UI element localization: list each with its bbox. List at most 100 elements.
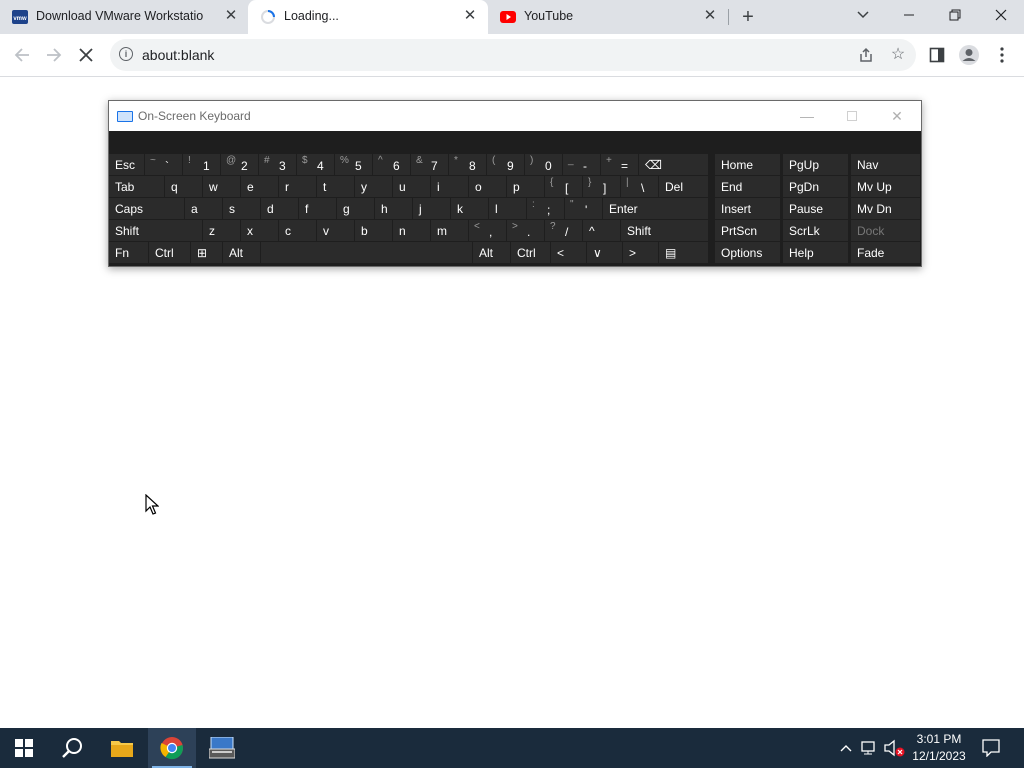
search-icon[interactable]	[48, 728, 96, 768]
key-symbol[interactable]: <,	[469, 220, 507, 242]
key-x[interactable]: x	[241, 220, 279, 242]
key-shift[interactable]: Shift	[109, 220, 203, 242]
back-button[interactable]	[9, 42, 35, 68]
minimize-button[interactable]	[886, 0, 932, 30]
key-p[interactable]: p	[507, 176, 545, 198]
key-symbol[interactable]: | \	[621, 176, 659, 198]
key-k[interactable]: k	[451, 198, 489, 220]
key-3[interactable]: #3	[259, 154, 297, 176]
key-8[interactable]: * 8	[449, 154, 487, 176]
arrow-right-key[interactable]: >	[623, 242, 659, 264]
context-menu-key[interactable]: ▤	[659, 242, 709, 264]
key-0[interactable]: ) 0	[525, 154, 563, 176]
key-mv-dn[interactable]: Mv Dn	[851, 198, 921, 220]
key-5[interactable]: % 5	[335, 154, 373, 176]
osk-maximize-button[interactable]	[834, 105, 870, 127]
forward-button[interactable]	[41, 42, 67, 68]
key-scrlk[interactable]: ScrLk	[783, 220, 849, 242]
key-alt[interactable]: Alt	[473, 242, 511, 264]
key-d[interactable]: d	[261, 198, 299, 220]
system-clock[interactable]: 3:01 PM 12/1/2023	[904, 731, 974, 765]
restore-button[interactable]	[932, 0, 978, 30]
key-pgup[interactable]: PgUp	[783, 154, 849, 176]
key-t[interactable]: t	[317, 176, 355, 198]
arrow-left-key[interactable]: <	[551, 242, 587, 264]
windows-key-key[interactable]: ⊞	[191, 242, 223, 264]
key-options[interactable]: Options	[715, 242, 781, 264]
key-symbol[interactable]: }]	[583, 176, 621, 198]
key-alt[interactable]: Alt	[223, 242, 261, 264]
key-symbol[interactable]: ? /	[545, 220, 583, 242]
key-symbol[interactable]: + =	[601, 154, 639, 176]
network-icon[interactable]	[861, 739, 879, 757]
key-shift[interactable]: Shift	[621, 220, 709, 242]
key-r[interactable]: r	[279, 176, 317, 198]
key-n[interactable]: n	[393, 220, 431, 242]
key-2[interactable]: @2	[221, 154, 259, 176]
key-fn[interactable]: Fn	[109, 242, 149, 264]
profile-avatar-icon[interactable]	[957, 43, 981, 67]
key-l[interactable]: l	[489, 198, 527, 220]
key-e[interactable]: e	[241, 176, 279, 198]
key-z[interactable]: z	[203, 220, 241, 242]
key-b[interactable]: b	[355, 220, 393, 242]
key-dock[interactable]: Dock	[851, 220, 921, 242]
key-prtscn[interactable]: PrtScn	[715, 220, 781, 242]
key-h[interactable]: h	[375, 198, 413, 220]
close-tab-icon[interactable]: ✕	[461, 7, 479, 25]
key-pause[interactable]: Pause	[783, 198, 849, 220]
key-c[interactable]: c	[279, 220, 317, 242]
space-key[interactable]	[261, 242, 473, 264]
key-symbol[interactable]: {[	[545, 176, 583, 198]
key-tab[interactable]: Tab	[109, 176, 165, 198]
key-home[interactable]: Home	[715, 154, 781, 176]
key-4[interactable]: $4	[297, 154, 335, 176]
arrow-up-key[interactable]: ^	[583, 220, 621, 242]
key-symbol[interactable]: " '	[565, 198, 603, 220]
share-icon[interactable]	[854, 43, 878, 67]
tab-vmware[interactable]: vmw Download VMware Workstation Pro ✕	[0, 0, 248, 34]
key-end[interactable]: End	[715, 176, 781, 198]
key-fade[interactable]: Fade	[851, 242, 921, 264]
browser-menu-icon[interactable]	[990, 43, 1014, 67]
key-ctrl[interactable]: Ctrl	[149, 242, 191, 264]
key-ctrl[interactable]: Ctrl	[511, 242, 551, 264]
key-i[interactable]: i	[431, 176, 469, 198]
key-symbol[interactable]: >.	[507, 220, 545, 242]
file-explorer-icon[interactable]	[98, 728, 146, 768]
notification-center-icon[interactable]	[982, 739, 1000, 758]
key-u[interactable]: u	[393, 176, 431, 198]
key-a[interactable]: a	[185, 198, 223, 220]
key-pgdn[interactable]: PgDn	[783, 176, 849, 198]
osk-close-button[interactable]: ✕	[879, 105, 915, 127]
key-f[interactable]: f	[299, 198, 337, 220]
key-help[interactable]: Help	[783, 242, 849, 264]
new-tab-button[interactable]: +	[736, 5, 760, 29]
key-s[interactable]: s	[223, 198, 261, 220]
tab-youtube[interactable]: YouTube ✕	[488, 0, 728, 34]
key-symbol[interactable]: _ -	[563, 154, 601, 176]
key-j[interactable]: j	[413, 198, 451, 220]
key-g[interactable]: g	[337, 198, 375, 220]
arrow-down-key[interactable]: ∨	[587, 242, 623, 264]
key-enter[interactable]: Enter	[603, 198, 709, 220]
osk-taskbar-icon[interactable]	[198, 728, 246, 768]
backspace-key[interactable]: ⌫	[639, 154, 709, 176]
key-6[interactable]: ^ 6	[373, 154, 411, 176]
close-tab-icon[interactable]: ✕	[222, 7, 240, 25]
key-del[interactable]: Del	[659, 176, 709, 198]
close-window-button[interactable]	[978, 0, 1024, 30]
key-q[interactable]: q	[165, 176, 203, 198]
key-1[interactable]: ! 1	[183, 154, 221, 176]
side-panel-icon[interactable]	[925, 43, 949, 67]
tab-loading[interactable]: Loading... ✕	[248, 0, 488, 34]
chrome-taskbar-icon[interactable]	[148, 728, 196, 768]
tab-search-chevron-icon[interactable]	[840, 0, 886, 30]
key-esc[interactable]: Esc	[109, 154, 145, 176]
key-symbol[interactable]: :;	[527, 198, 565, 220]
key-caps[interactable]: Caps	[109, 198, 185, 220]
volume-muted-icon[interactable]	[884, 739, 906, 757]
key-nav[interactable]: Nav	[851, 154, 921, 176]
address-bar[interactable]: i about:blank ☆	[110, 39, 916, 71]
osk-minimize-button[interactable]: —	[789, 105, 825, 127]
